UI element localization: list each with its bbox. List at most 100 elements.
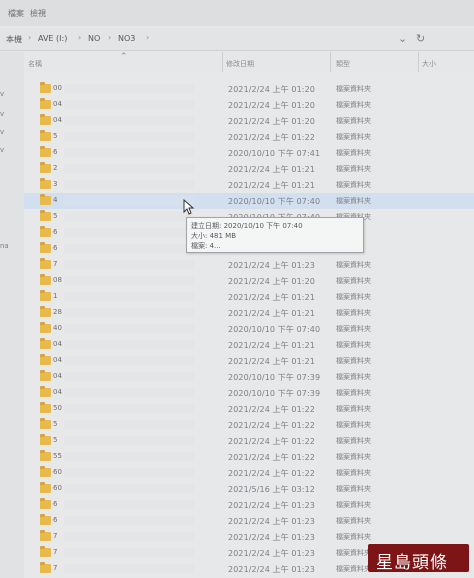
item-modified: 2021/2/24 上午 01:20 xyxy=(228,277,315,286)
item-name: 28 xyxy=(53,308,62,316)
breadcrumb-item[interactable]: 本機 xyxy=(6,34,22,45)
folder-icon xyxy=(40,354,51,365)
item-name: 04 xyxy=(53,388,62,396)
list-item[interactable]: 6 2021/2/24 上午 01:23 檔案資料夾 xyxy=(24,497,474,513)
item-modified: 2021/2/24 上午 01:23 xyxy=(228,501,315,510)
list-item[interactable]: 60 2021/5/16 上午 03:12 檔案資料夾 xyxy=(24,481,474,497)
item-type: 檔案資料夾 xyxy=(336,197,371,205)
item-modified: 2021/2/24 上午 01:22 xyxy=(228,133,315,142)
blurred-name-region xyxy=(64,404,194,414)
blurred-name-region xyxy=(64,564,194,574)
list-item[interactable]: 40 2020/10/10 下午 07:40 檔案資料夾 xyxy=(24,321,474,337)
folder-icon xyxy=(40,178,51,189)
breadcrumb-item[interactable]: AVE (I:) xyxy=(38,34,67,43)
list-item[interactable]: 60 2021/2/24 上午 01:22 檔案資料夾 xyxy=(24,465,474,481)
column-divider[interactable] xyxy=(222,52,223,72)
list-item[interactable]: 00 2021/2/24 上午 01:20 檔案資料夾 xyxy=(24,81,474,97)
item-type: 檔案資料夾 xyxy=(336,517,371,525)
watermark-text: 星島頭條 xyxy=(376,553,448,573)
list-item[interactable]: 7 2021/2/24 上午 01:23 檔案資料夾 xyxy=(24,257,474,273)
item-type: 檔案資料夾 xyxy=(336,501,371,509)
list-item[interactable]: 04 2021/2/24 上午 01:20 檔案資料夾 xyxy=(24,97,474,113)
breadcrumb-item[interactable]: NO3 xyxy=(118,34,135,43)
list-item[interactable]: 08 2021/2/24 上午 01:20 檔案資料夾 xyxy=(24,273,474,289)
item-type: 檔案資料夾 xyxy=(336,325,371,333)
menu-item-file[interactable]: 檔案 xyxy=(8,8,24,19)
menu-item-view[interactable]: 檢視 xyxy=(30,8,46,19)
item-type: 檔案資料夾 xyxy=(336,357,371,365)
sort-indicator-icon: ⌃ xyxy=(120,52,128,62)
item-name: 3 xyxy=(53,180,58,188)
nav-item-label[interactable]: na xyxy=(0,242,9,250)
list-item[interactable]: 04 2021/2/24 上午 01:20 檔案資料夾 xyxy=(24,113,474,129)
nav-pin-icon[interactable]: v xyxy=(0,146,4,154)
list-item[interactable]: 5 2021/2/24 上午 01:22 檔案資料夾 xyxy=(24,433,474,449)
column-divider[interactable] xyxy=(330,52,331,72)
list-item[interactable]: 50 2021/2/24 上午 01:22 檔案資料夾 xyxy=(24,401,474,417)
address-bar[interactable]: 本機 › AVE (I:) › NO › NO3 › ⌄ ↻ xyxy=(0,28,474,51)
list-item[interactable]: 04 2020/10/10 下午 07:39 檔案資料夾 xyxy=(24,369,474,385)
blurred-name-region xyxy=(64,276,194,286)
folder-icon xyxy=(40,162,51,173)
blurred-name-region xyxy=(64,260,194,270)
folder-icon xyxy=(40,562,51,573)
list-item[interactable]: 04 2021/2/24 上午 01:21 檔案資料夾 xyxy=(24,337,474,353)
folder-icon xyxy=(40,530,51,541)
item-type: 檔案資料夾 xyxy=(336,117,371,125)
chevron-down-icon[interactable]: ⌄ xyxy=(398,32,407,45)
item-name: 4 xyxy=(53,196,58,204)
list-item[interactable]: 7 2021/2/24 上午 01:23 檔案資料夾 xyxy=(24,529,474,545)
list-item[interactable]: 55 2021/2/24 上午 01:22 檔案資料夾 xyxy=(24,449,474,465)
breadcrumb-separator-icon: › xyxy=(28,33,32,42)
nav-pin-icon[interactable]: v xyxy=(0,110,4,118)
list-item[interactable]: 28 2021/2/24 上午 01:21 檔案資料夾 xyxy=(24,305,474,321)
column-divider[interactable] xyxy=(418,52,419,72)
column-header-modified[interactable]: 修改日期 xyxy=(226,59,254,69)
item-type: 檔案資料夾 xyxy=(336,101,371,109)
folder-icon xyxy=(40,274,51,285)
item-type: 檔案資料夾 xyxy=(336,261,371,269)
folder-icon xyxy=(40,242,51,253)
column-header-size[interactable]: 大小 xyxy=(422,59,436,69)
sing-tao-watermark-logo: 星島頭條 xyxy=(368,544,469,573)
list-item[interactable]: 2 2021/2/24 上午 01:21 檔案資料夾 xyxy=(24,161,474,177)
list-item[interactable]: 5 2021/2/24 上午 01:22 檔案資料夾 xyxy=(24,129,474,145)
blurred-name-region xyxy=(64,516,194,526)
item-name: 7 xyxy=(53,548,58,556)
list-item[interactable]: 1 2021/2/24 上午 01:21 檔案資料夾 xyxy=(24,289,474,305)
blurred-name-region xyxy=(64,532,194,542)
item-type: 檔案資料夾 xyxy=(336,373,371,381)
list-item[interactable]: 6 2021/2/24 上午 01:23 檔案資料夾 xyxy=(24,513,474,529)
breadcrumb-item[interactable]: NO xyxy=(88,34,100,43)
folder-icon xyxy=(40,82,51,93)
list-item[interactable]: 5 2021/2/24 上午 01:22 檔案資料夾 xyxy=(24,417,474,433)
item-type: 檔案資料夾 xyxy=(336,165,371,173)
blurred-name-region xyxy=(64,468,194,478)
item-modified: 2021/2/24 上午 01:20 xyxy=(228,85,315,94)
list-item[interactable]: 04 2021/2/24 上午 01:21 檔案資料夾 xyxy=(24,353,474,369)
blurred-name-region xyxy=(64,196,194,206)
item-type: 檔案資料夾 xyxy=(336,149,371,157)
blurred-name-region xyxy=(64,388,194,398)
blurred-name-region xyxy=(64,548,194,558)
item-name: 6 xyxy=(53,244,58,252)
item-modified: 2021/2/24 上午 01:23 xyxy=(228,565,315,574)
item-name: 7 xyxy=(53,532,58,540)
breadcrumb-separator-icon: › xyxy=(78,33,82,42)
column-header-name[interactable]: 名稱 xyxy=(28,59,42,69)
nav-pin-icon[interactable]: v xyxy=(0,90,4,98)
column-header-type[interactable]: 類型 xyxy=(336,59,350,69)
folder-icon xyxy=(40,338,51,349)
item-name: 6 xyxy=(53,148,58,156)
nav-pin-icon[interactable]: v xyxy=(0,128,4,136)
list-item[interactable]: 04 2020/10/10 下午 07:39 檔案資料夾 xyxy=(24,385,474,401)
item-modified: 2021/2/24 上午 01:23 xyxy=(228,549,315,558)
item-modified: 2021/2/24 上午 01:23 xyxy=(228,517,315,526)
item-type: 檔案資料夾 xyxy=(336,405,371,413)
list-item[interactable]: 3 2021/2/24 上午 01:21 檔案資料夾 xyxy=(24,177,474,193)
blurred-name-region xyxy=(64,452,194,462)
list-item[interactable]: 4 2020/10/10 下午 07:40 檔案資料夾 xyxy=(24,193,474,209)
item-modified: 2021/2/24 上午 01:23 xyxy=(228,261,315,270)
refresh-icon[interactable]: ↻ xyxy=(416,32,425,45)
list-item[interactable]: 6 2020/10/10 下午 07:41 檔案資料夾 xyxy=(24,145,474,161)
